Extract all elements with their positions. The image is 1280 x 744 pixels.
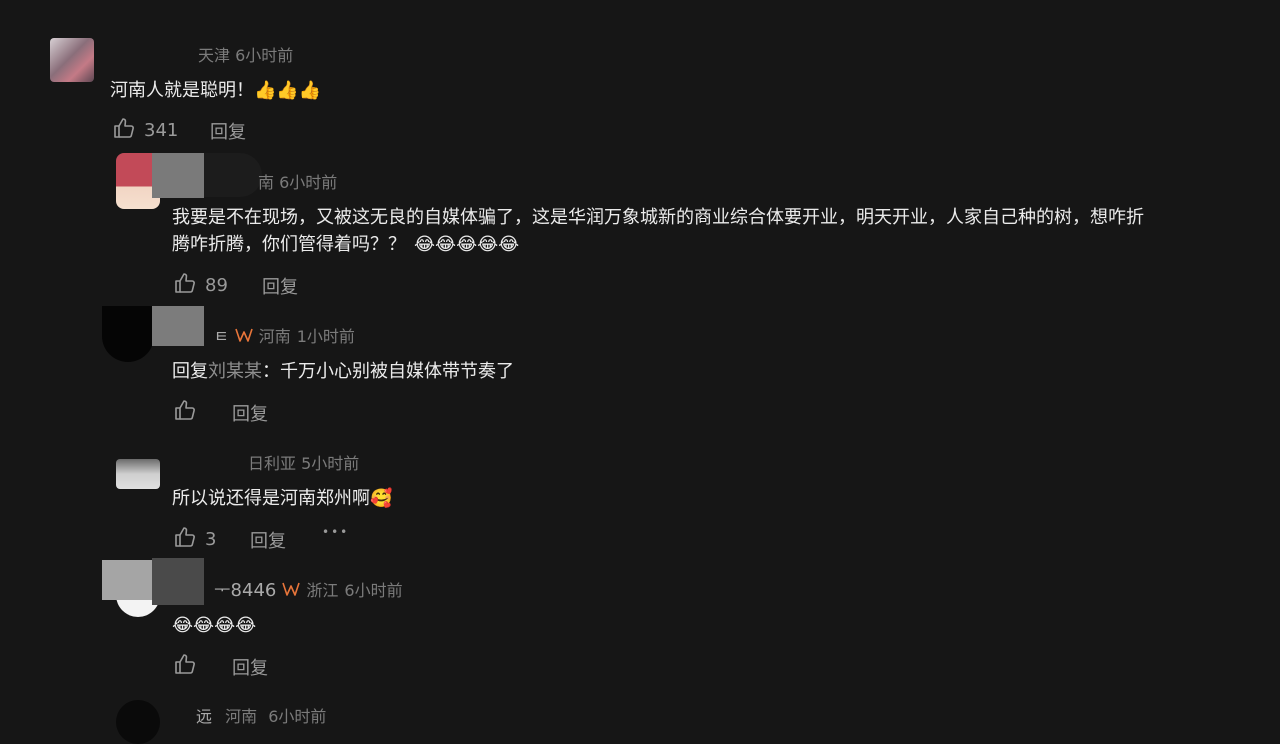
username[interactable]: ᅮ8446 (214, 576, 276, 602)
emoji: 😂😂😂😂😂 (414, 234, 520, 255)
like-count: 3 (205, 529, 217, 550)
emoji: 😂😂😂😂 (172, 615, 257, 636)
emoji: 🥰 (370, 488, 393, 509)
time: 5小时前 (301, 454, 360, 473)
avatar[interactable] (116, 700, 160, 744)
location: 河南 (258, 327, 291, 346)
avatar[interactable] (102, 306, 154, 362)
like-button[interactable] (173, 398, 197, 427)
like-button[interactable] (173, 652, 197, 681)
comment-meta: ㅌ 河南 1小时前 (214, 323, 355, 347)
username-redaction (152, 558, 204, 605)
avatar[interactable] (50, 38, 94, 82)
reply-button[interactable]: 回复 (250, 527, 286, 553)
like-count: 89 (205, 275, 228, 296)
like-button[interactable]: 3 (173, 525, 216, 554)
comment-text: 所以说还得是河南郑州啊🥰 (172, 488, 393, 509)
comment-meta: 天津 6小时前 (198, 42, 293, 66)
comment-text: 河南人就是聪明！👍👍👍 (110, 80, 322, 101)
comment-text: 😂😂😂😂 (172, 612, 256, 639)
comment-text: 回复刘某某：千万小心别被自媒体带节奏了 (172, 361, 514, 382)
emoji: 👍👍👍 (254, 80, 322, 101)
username[interactable]: 天津 (198, 46, 230, 65)
location: 河南 (225, 707, 258, 726)
reply-button[interactable]: 回复 (232, 654, 268, 680)
comment-meta: 远 河南 6小时前 (196, 703, 326, 727)
vip-badge-icon (282, 581, 301, 597)
thumbs-up-icon (173, 271, 197, 300)
username[interactable]: 远 (196, 707, 212, 726)
comment-text: 我要是不在现场，又被这无良的自媒体骗了，这是华润万象城新的商业综合体要开业，明天… (172, 204, 1232, 258)
time: 1小时前 (296, 327, 355, 346)
text-line-1: 我要是不在现场，又被这无良的自媒体骗了，这是华润万象城新的商业综合体要开业，明天… (172, 207, 1144, 228)
thumbs-up-icon (112, 116, 136, 145)
username-redaction (152, 153, 204, 198)
more-icon[interactable]: ••• (322, 525, 349, 539)
text-line-2: 腾咋折腾，你们管得着吗？？ 😂😂😂😂😂 (172, 234, 520, 255)
username-redaction (204, 153, 262, 197)
username[interactable]: 南 (258, 173, 274, 192)
reply-button[interactable]: 回复 (210, 118, 246, 144)
time: 6小时前 (279, 173, 338, 192)
comment-meta: 南 6小时前 (258, 169, 337, 193)
vip-badge-icon (234, 327, 253, 343)
reply-button[interactable]: 回复 (232, 400, 268, 426)
thumbs-up-icon (173, 525, 197, 554)
username-redaction (152, 306, 204, 346)
username-redaction (102, 560, 154, 600)
like-count: 341 (144, 120, 179, 141)
like-button[interactable]: 341 (112, 116, 178, 145)
avatar[interactable] (116, 459, 160, 489)
thumbs-up-icon (173, 652, 197, 681)
reply-button[interactable]: 回复 (262, 273, 298, 299)
thumbs-up-icon (173, 398, 197, 427)
reply-to-user[interactable]: 刘某某 (208, 361, 262, 382)
location: 浙江 (306, 581, 339, 600)
like-button[interactable]: 89 (173, 271, 228, 300)
username[interactable]: 日利亚 (248, 454, 296, 473)
comment-meta: ᅮ8446 浙江 6小时前 (214, 576, 403, 602)
time: 6小时前 (235, 46, 294, 65)
comment-meta: 日利亚 5小时前 (248, 450, 359, 474)
username[interactable]: ㅌ (214, 323, 229, 347)
time: 6小时前 (344, 581, 403, 600)
time: 6小时前 (268, 707, 327, 726)
reply-prefix: 回复 (172, 361, 208, 382)
